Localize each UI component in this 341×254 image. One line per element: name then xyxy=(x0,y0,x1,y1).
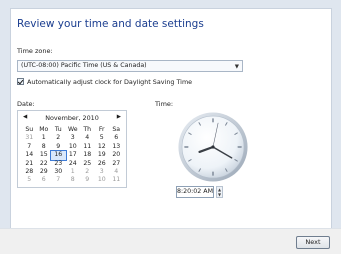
calendar-day[interactable]: 9 xyxy=(51,143,66,151)
weekday-header: Th xyxy=(83,126,92,133)
weekday-header: Su xyxy=(25,126,34,133)
timezone-value: (UTC-08:00) Pacific Time (US & Canada) xyxy=(21,62,147,69)
calendar-day-other-month[interactable]: 31 xyxy=(22,134,37,142)
timezone-select[interactable]: (UTC-08:00) Pacific Time (US & Canada) ▼ xyxy=(17,60,243,72)
calendar-day[interactable]: 21 xyxy=(22,160,37,168)
calendar-day[interactable]: 29 xyxy=(37,168,52,176)
calendar-day[interactable]: 19 xyxy=(95,151,110,159)
calendar-day[interactable]: 18 xyxy=(80,151,95,159)
calendar-day[interactable]: 16 xyxy=(50,150,67,161)
time-input[interactable]: 8:20:02 AM xyxy=(176,186,214,198)
calendar-day[interactable]: 4 xyxy=(80,134,95,142)
calendar-day[interactable]: 12 xyxy=(95,143,110,151)
calendar-day[interactable]: 13 xyxy=(109,143,124,151)
calendar-day[interactable]: 23 xyxy=(51,160,66,168)
date-label: Date: xyxy=(17,100,35,108)
dst-checkbox[interactable] xyxy=(17,78,24,85)
calendar-day-other-month[interactable]: 9 xyxy=(80,176,95,184)
calendar-day[interactable]: 25 xyxy=(80,160,95,168)
calendar-day[interactable]: 24 xyxy=(66,160,81,168)
calendar-header: ◀ November, 2010 ▶ xyxy=(18,114,126,123)
calendar-day[interactable]: 26 xyxy=(95,160,110,168)
next-button[interactable]: Next xyxy=(296,236,330,249)
clock-center-pin xyxy=(211,145,215,149)
calendar-day[interactable]: 17 xyxy=(66,151,81,159)
calendar-day[interactable]: 15 xyxy=(37,151,52,159)
dst-checkbox-label: Automatically adjust clock for Daylight … xyxy=(27,77,193,86)
calendar-day-other-month[interactable]: 7 xyxy=(51,176,66,184)
calendar: ◀ November, 2010 ▶ Su Mo Tu We Th Fr Sa 31 1 2 3 4 5… xyxy=(17,110,127,188)
weekday-header: Tu xyxy=(54,126,62,133)
calendar-day[interactable]: 28 xyxy=(22,168,37,176)
calendar-day-other-month[interactable]: 3 xyxy=(95,168,110,176)
calendar-day-other-month[interactable]: 5 xyxy=(22,176,37,184)
time-spinner[interactable]: ▲ ▼ xyxy=(216,186,223,198)
calendar-day[interactable]: 22 xyxy=(37,160,52,168)
calendar-day[interactable]: 6 xyxy=(109,134,124,142)
analog-clock xyxy=(178,112,248,182)
calendar-day[interactable]: 2 xyxy=(51,134,66,142)
calendar-day[interactable]: 5 xyxy=(95,134,110,142)
calendar-grid: Su Mo Tu We Th Fr Sa 31 1 2 3 4 5 6 7 8 9 10 11 12 13 14 15 16 1… xyxy=(22,126,124,185)
calendar-day-other-month[interactable]: 10 xyxy=(95,176,110,184)
weekday-header: Fr xyxy=(98,126,105,133)
chevron-down-icon[interactable]: ▼ xyxy=(217,192,222,197)
calendar-month-title[interactable]: November, 2010 xyxy=(18,114,126,122)
calendar-day-other-month[interactable]: 11 xyxy=(109,176,124,184)
bottom-bar: Next xyxy=(0,228,341,254)
calendar-day[interactable]: 20 xyxy=(109,151,124,159)
weekday-header: We xyxy=(67,126,78,133)
weekday-header: Mo xyxy=(39,126,49,133)
time-label: Time: xyxy=(155,100,174,108)
weekday-header: Sa xyxy=(112,126,121,133)
chevron-down-icon: ▼ xyxy=(234,64,239,70)
calendar-day[interactable]: 7 xyxy=(22,143,37,151)
calendar-day[interactable]: 30 xyxy=(51,168,66,176)
calendar-day[interactable]: 14 xyxy=(22,151,37,159)
calendar-day[interactable]: 8 xyxy=(37,143,52,151)
timezone-label: Time zone: xyxy=(17,47,53,55)
calendar-day-other-month[interactable]: 2 xyxy=(80,168,95,176)
calendar-day[interactable]: 11 xyxy=(80,143,95,151)
calendar-day[interactable]: 3 xyxy=(66,134,81,142)
calendar-day[interactable]: 10 xyxy=(66,143,81,151)
calendar-day-other-month[interactable]: 8 xyxy=(66,176,81,184)
calendar-day-other-month[interactable]: 6 xyxy=(37,176,52,184)
calendar-day[interactable]: 27 xyxy=(109,160,124,168)
calendar-day-other-month[interactable]: 4 xyxy=(109,168,124,176)
calendar-day[interactable]: 1 xyxy=(37,134,52,142)
dst-checkbox-row[interactable]: Automatically adjust clock for Daylight … xyxy=(17,77,192,86)
calendar-day-other-month[interactable]: 1 xyxy=(66,168,81,176)
page-title: Review your time and date settings xyxy=(17,18,204,30)
chevron-right-icon[interactable]: ▶ xyxy=(117,114,121,120)
